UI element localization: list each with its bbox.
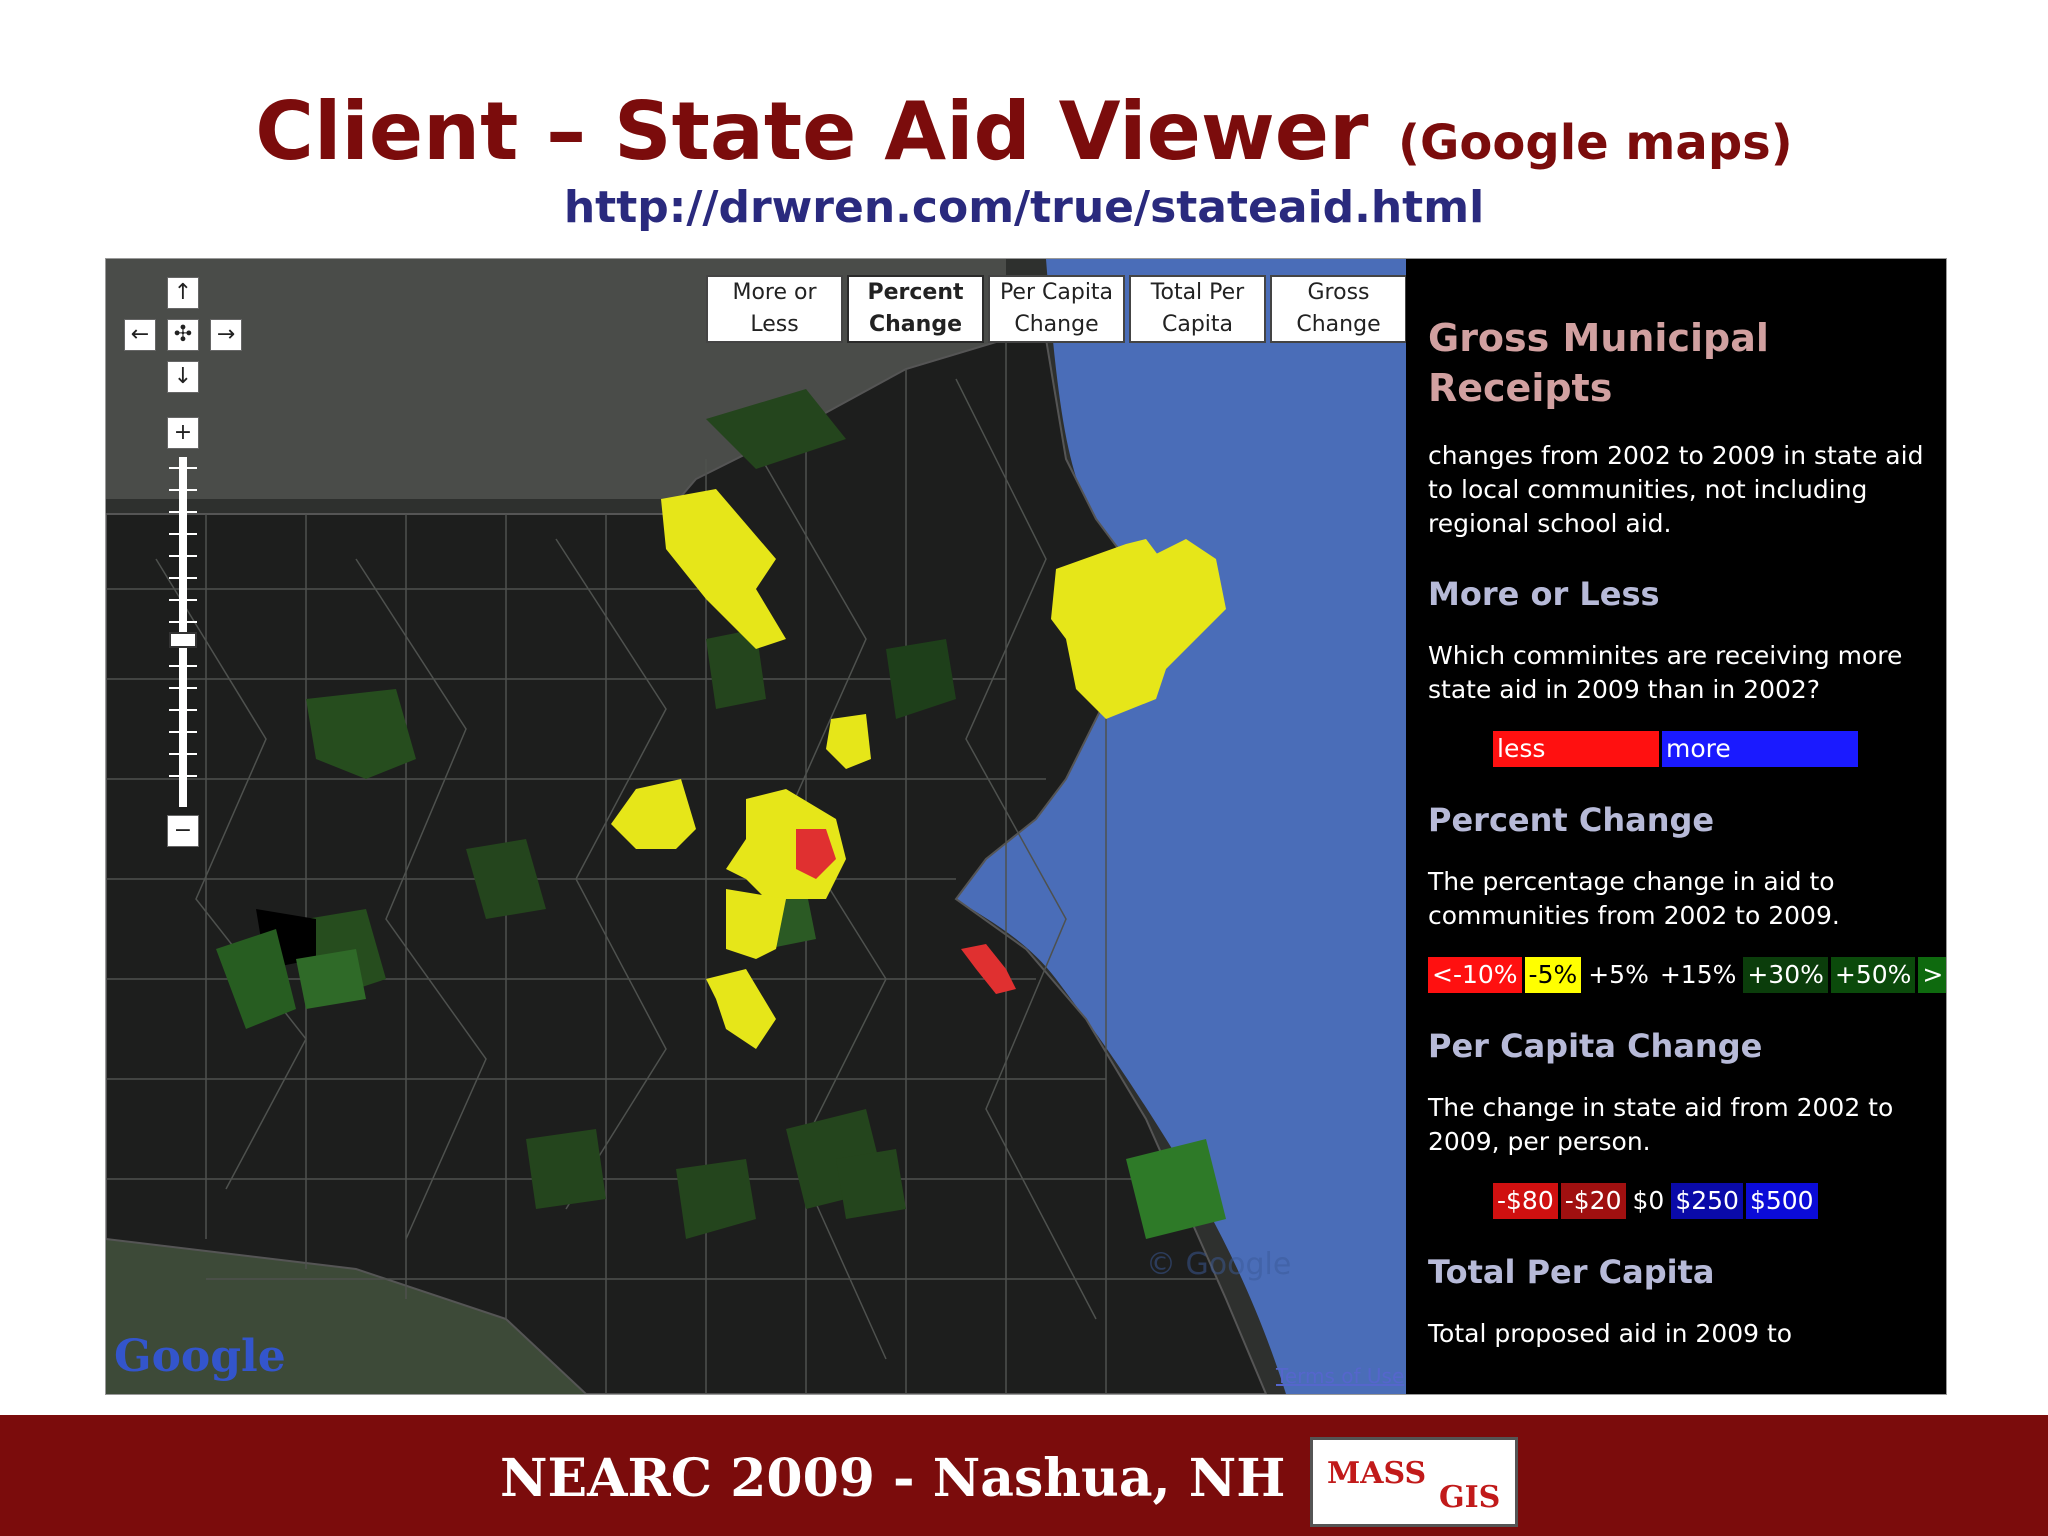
legend-item-less: less — [1493, 731, 1659, 767]
tab-label-line1: Percent — [867, 280, 964, 305]
section-text-per-capita-change: The change in state aid from 2002 to 200… — [1428, 1093, 1894, 1156]
section-text-percent-change: The percentage change in aid to communit… — [1428, 867, 1840, 930]
legend-per-capita-change: -$80 -$20 $0 $250 $500 — [1493, 1183, 1946, 1219]
pan-up-button[interactable]: ↑ — [167, 277, 199, 309]
pan-down-button[interactable]: ↓ — [167, 361, 199, 393]
legend-item: -5% — [1524, 957, 1582, 993]
map-view[interactable]: More or Less Percent Change Per Capita C… — [106, 259, 1406, 1394]
panel-heading: Gross Municipal Receipts — [1428, 316, 1769, 410]
tab-per-capita-change[interactable]: Per Capita Change — [988, 275, 1125, 343]
section-title-per-capita-change: Per Capita Change — [1428, 1027, 1763, 1065]
pan-right-button[interactable]: → — [210, 319, 242, 351]
section-text-total-per-capita: Total proposed aid in 2009 to — [1428, 1319, 1793, 1348]
logo-text-gis: GIS — [1439, 1480, 1501, 1515]
panel-intro: changes from 2002 to 2009 in state aid t… — [1428, 441, 1924, 538]
zoom-slider-handle[interactable] — [169, 632, 197, 648]
section-title-percent-change: Percent Change — [1428, 801, 1715, 839]
legend-item: +30% — [1743, 957, 1828, 993]
legend-more-or-less: less more — [1493, 731, 1946, 767]
info-panel: Gross Municipal Receipts changes from 20… — [1406, 259, 1946, 1394]
tab-label-line2: Less — [750, 312, 799, 337]
tab-label-line1: Total Per — [1150, 280, 1245, 305]
legend-item-more: more — [1662, 731, 1858, 767]
tab-label-line1: Per Capita — [999, 280, 1114, 305]
map-watermark: © Google — [1146, 1247, 1292, 1282]
google-logo[interactable]: Google — [114, 1331, 286, 1382]
section-title-total-per-capita: Total Per Capita — [1428, 1253, 1715, 1291]
legend-item: +50% — [1830, 957, 1916, 993]
section-title-more-or-less: More or Less — [1428, 575, 1660, 613]
green-town — [296, 949, 366, 1009]
tab-label-line2: Change — [1014, 312, 1099, 337]
tab-label-line2: Capita — [1161, 312, 1234, 337]
legend-item: +15% — [1655, 957, 1741, 993]
tab-percent-change[interactable]: Percent Change — [847, 275, 984, 343]
legend-item: -$80 — [1493, 1183, 1558, 1219]
tab-label-line1: Gross — [1307, 280, 1370, 305]
legend-percent-change: <-10% -5% +5% +15% +30% +50% >+100% — [1428, 957, 1946, 993]
massgis-logo: MASS GIS — [1310, 1437, 1518, 1527]
logo-text-mass: MASS — [1327, 1456, 1427, 1491]
zoom-in-button[interactable]: + — [167, 417, 199, 449]
google-logo-text: Google — [114, 1331, 286, 1382]
slide-title: Client – State Aid Viewer (Google maps) — [0, 85, 2048, 178]
tab-total-per-capita[interactable]: Total Per Capita — [1129, 275, 1266, 343]
tab-label-line2: Change — [869, 312, 962, 337]
tab-more-or-less[interactable]: More or Less — [706, 275, 843, 343]
pan-center-button[interactable]: ✣ — [167, 319, 199, 351]
legend-item: -$20 — [1560, 1183, 1626, 1219]
legend-item: $500 — [1745, 1183, 1818, 1219]
tab-gross-change[interactable]: Gross Change — [1270, 275, 1406, 343]
section-text-more-or-less: Which comminites are receiving more stat… — [1428, 641, 1903, 704]
green-town — [526, 1129, 606, 1209]
app-screenshot: More or Less Percent Change Per Capita C… — [105, 258, 1947, 1395]
footer-text: NEARC 2009 - Nashua, NH — [500, 1448, 1286, 1509]
slide-title-suffix: (Google maps) — [1398, 115, 1793, 171]
tab-label-line1: More or — [732, 280, 817, 305]
slide-url[interactable]: http://drwren.com/true/stateaid.html — [0, 182, 2048, 233]
green-town — [836, 1149, 906, 1219]
legend-item: $0 — [1628, 1183, 1669, 1219]
slide-title-main: Client – State Aid Viewer — [255, 85, 1369, 178]
zoom-out-button[interactable]: − — [167, 815, 199, 847]
pan-left-button[interactable]: ← — [124, 319, 156, 351]
legend-item: +5% — [1584, 957, 1653, 993]
layer-tabs: More or Less Percent Change Per Capita C… — [702, 275, 1406, 343]
tab-label-line2: Change — [1296, 312, 1381, 337]
map-canvas — [106, 259, 1406, 1394]
legend-item: >+100% — [1918, 957, 1946, 993]
legend-item: <-10% — [1428, 957, 1522, 993]
terms-of-use-link[interactable]: Terms of Use — [1276, 1364, 1404, 1388]
legend-item: $250 — [1671, 1183, 1743, 1219]
